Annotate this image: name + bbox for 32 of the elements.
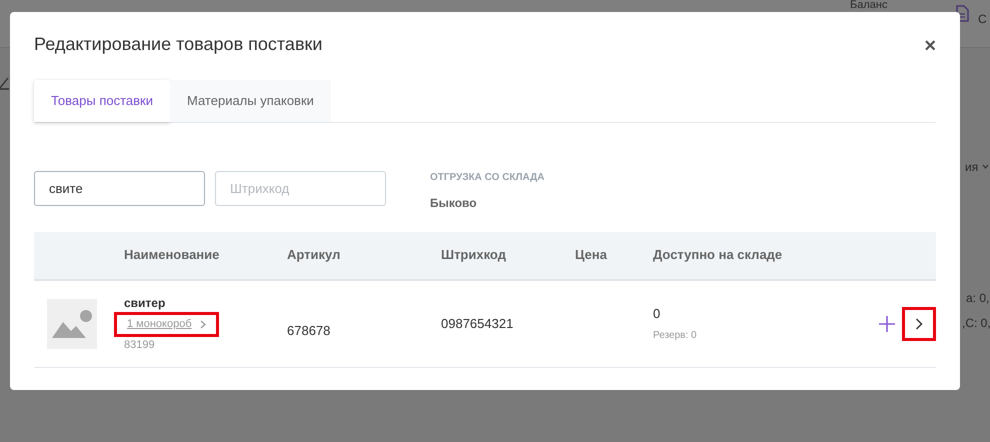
search-field[interactable]: свите <box>34 170 205 206</box>
table-cell-text: 0 <box>653 305 662 324</box>
warehouse-value: Быково <box>430 194 478 212</box>
chevron-icon <box>200 320 206 329</box>
add-button[interactable] <box>878 314 896 334</box>
background-text: Баланс <box>850 0 888 11</box>
chevron-icon <box>915 318 923 330</box>
tab[interactable]: Материалы упаковки <box>170 80 331 122</box>
table-cell: 0987654321 <box>441 316 514 331</box>
background-text: С <box>978 11 987 28</box>
column-header: Цена <box>575 247 607 262</box>
image-placeholder-icon <box>47 298 97 348</box>
chevron-icon <box>982 164 989 169</box>
column-header: Наименование <box>124 247 220 262</box>
background-text: а: 0, <box>966 290 990 307</box>
background-text: ия <box>965 159 978 176</box>
box-link[interactable]: 1 монокороб <box>114 312 219 336</box>
column-header: Штрихкод <box>441 247 506 262</box>
edit-icon <box>0 76 9 90</box>
product-code: 83199 <box>124 338 156 352</box>
product-name: свитер <box>124 295 166 312</box>
column-header: Артикул <box>287 247 340 262</box>
reserve-text: Резерв: 0 <box>653 328 698 343</box>
warehouse-label: ОТГРУЗКА СО СКЛАДА <box>430 170 544 184</box>
table-cell: 678678 <box>287 322 330 338</box>
column-header: Доступно на складе <box>653 247 782 262</box>
background-text: ,С: 0, <box>962 315 990 332</box>
barcode-field[interactable]: Штрихкод <box>215 170 386 206</box>
tab[interactable]: Товары поставки <box>34 80 170 122</box>
dialog-title: Редактирование товаров поставки <box>34 34 322 56</box>
next-button[interactable] <box>902 306 936 340</box>
close-button[interactable]: × <box>924 36 936 56</box>
